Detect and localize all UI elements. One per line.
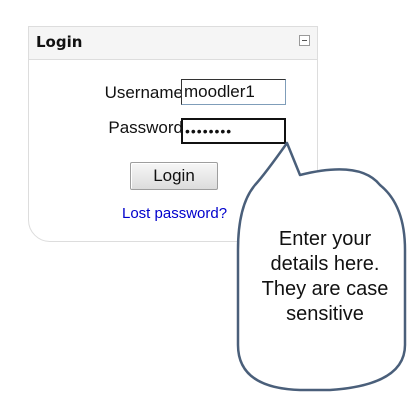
minus-square-icon[interactable] bbox=[299, 35, 310, 46]
login-block-title: Login bbox=[36, 33, 83, 51]
callout-line-1: Enter your bbox=[278, 228, 372, 250]
password-label: Password bbox=[108, 118, 183, 137]
login-button[interactable]: Login bbox=[130, 162, 218, 190]
password-input[interactable] bbox=[181, 118, 286, 144]
callout-line-3: They are case bbox=[261, 278, 389, 300]
username-input[interactable] bbox=[181, 79, 286, 105]
username-label: Username bbox=[104, 83, 183, 102]
callout-text: Enter your details here. They are case s… bbox=[245, 227, 405, 327]
lost-password-link[interactable]: Lost password? bbox=[122, 205, 227, 222]
login-block-header: Login bbox=[29, 27, 317, 60]
callout-line-2: details here. bbox=[270, 253, 380, 275]
callout-line-4: sensitive bbox=[286, 303, 364, 325]
screenshot-stage: Login Username Password Login Lost passw… bbox=[0, 0, 412, 394]
